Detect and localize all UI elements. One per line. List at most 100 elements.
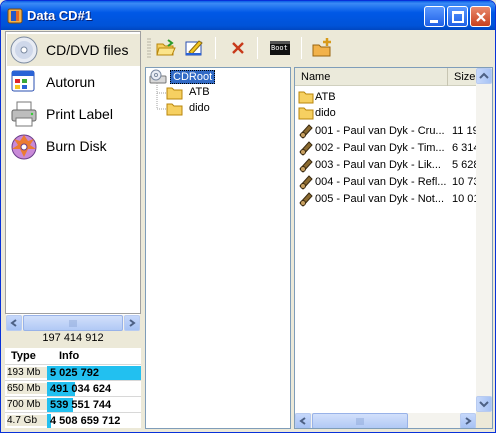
app-icon	[7, 8, 23, 24]
nav-item-label: Print Label	[46, 106, 113, 122]
new-folder-icon	[312, 38, 331, 57]
capacity-type: 193 Mb	[7, 367, 47, 378]
chevron-down-icon	[479, 401, 489, 408]
capacity-row: 193 Mb 5 025 792	[5, 364, 141, 380]
capacity-row: 700 Mb 539 551 744	[5, 396, 141, 412]
folder-icon	[298, 107, 314, 120]
grip-icon	[356, 418, 364, 425]
minimize-icon	[430, 20, 438, 23]
file-list[interactable]: Name Size ATB dido 001 - Paul van Dyk - …	[294, 67, 493, 429]
toolbar-separator	[215, 37, 216, 59]
scroll-up-button[interactable]	[476, 68, 492, 84]
nav-panel: CD/DVD files Autorun Print Label Burn Di…	[5, 31, 141, 314]
open-folder-button[interactable]	[155, 37, 177, 59]
maximize-button[interactable]	[447, 6, 468, 27]
app-window: Data CD#1 CD/DVD files Autorun Print Lab…	[0, 0, 496, 433]
new-folder-button[interactable]	[311, 37, 333, 59]
close-button[interactable]	[470, 6, 491, 27]
chevron-left-icon	[10, 319, 17, 327]
chevron-right-icon	[465, 417, 472, 425]
capacity-value: 4 508 659 712	[50, 415, 121, 427]
capacity-bar: 539 551 744	[47, 398, 141, 412]
folder-icon	[298, 91, 314, 104]
chevron-right-icon	[129, 319, 136, 327]
boot-button[interactable]: Boot	[269, 37, 291, 59]
title-bar[interactable]: Data CD#1	[1, 1, 495, 30]
window-title: Data CD#1	[27, 8, 93, 23]
capacity-table: Type Info 193 Mb 5 025 792 650 Mb 491 03…	[5, 348, 141, 428]
autorun-icon	[11, 70, 35, 92]
edit-label-button[interactable]	[183, 37, 205, 59]
delete-icon	[232, 42, 244, 54]
list-item[interactable]: 001 - Paul van Dyk - Cru... 11 193 3	[295, 123, 492, 139]
list-item[interactable]: 004 - Paul van Dyk - Refl... 10 733 8	[295, 174, 492, 190]
scroll-thumb[interactable]	[312, 413, 408, 428]
nav-item-burn-disk[interactable]: Burn Disk	[7, 130, 140, 162]
folder-tree[interactable]: CDRoot ATB dido	[145, 67, 291, 429]
audio-file-icon	[299, 158, 313, 173]
capacity-row: 650 Mb 491 034 624	[5, 380, 141, 396]
folder-icon	[166, 87, 183, 100]
tree-node-label: CDRoot	[170, 70, 216, 84]
toolbar-separator	[301, 37, 302, 59]
edit-label-icon	[185, 40, 203, 56]
minimize-button[interactable]	[424, 6, 445, 27]
audio-file-icon	[299, 124, 313, 139]
capacity-type: 700 Mb	[7, 399, 47, 410]
capacity-value: 491 034 624	[50, 383, 112, 395]
total-size: 197 414 912	[5, 332, 141, 347]
scroll-left-button[interactable]	[6, 315, 22, 331]
capacity-table-header: Type Info	[5, 348, 141, 364]
nav-horizontal-scrollbar[interactable]	[6, 314, 140, 331]
file-name: 003 - Paul van Dyk - Lik...	[315, 159, 441, 171]
file-name: 002 - Paul van Dyk - Tim...	[315, 142, 445, 154]
capacity-row: 4.7 Gb 4 508 659 712	[5, 412, 141, 428]
tree-node-label: dido	[189, 102, 210, 114]
maximize-icon	[452, 11, 464, 23]
printer-icon	[11, 101, 37, 127]
audio-file-icon	[299, 175, 313, 190]
info-column-header: Info	[59, 350, 80, 362]
capacity-bar: 491 034 624	[47, 382, 141, 396]
capacity-type: 4.7 Gb	[7, 415, 47, 426]
grip-icon	[69, 320, 77, 327]
list-item[interactable]: dido	[295, 105, 492, 121]
nav-item-print-label[interactable]: Print Label	[7, 98, 140, 130]
scroll-right-button[interactable]	[460, 413, 476, 428]
burn-disk-icon	[11, 134, 37, 160]
chevron-up-icon	[479, 72, 489, 79]
scroll-right-button[interactable]	[124, 315, 140, 331]
nav-item-cd-dvd-files[interactable]: CD/DVD files	[7, 34, 140, 66]
list-item[interactable]: 005 - Paul van Dyk - Not... 10 014 0	[295, 191, 492, 207]
scroll-thumb[interactable]	[23, 315, 123, 331]
delete-button[interactable]	[227, 37, 249, 59]
list-vertical-scrollbar[interactable]	[476, 68, 492, 412]
tree-node-label: ATB	[189, 86, 210, 98]
cd-dvd-icon	[8, 35, 40, 65]
type-column-header: Type	[11, 350, 36, 362]
nav-item-label: Burn Disk	[46, 138, 107, 154]
nav-item-label: Autorun	[46, 74, 96, 90]
toolbar: Boot	[145, 31, 493, 65]
list-item[interactable]: 003 - Paul van Dyk - Lik... 5 628 02	[295, 157, 492, 173]
file-name: 001 - Paul van Dyk - Cru...	[315, 125, 445, 137]
list-item[interactable]: 002 - Paul van Dyk - Tim... 6 314 52	[295, 140, 492, 156]
open-folder-icon	[156, 39, 176, 56]
list-item[interactable]: ATB	[295, 89, 492, 105]
nav-item-label: CD/DVD files	[46, 42, 129, 58]
scroll-down-button[interactable]	[476, 396, 492, 412]
chevron-left-icon	[299, 417, 306, 425]
folder-icon	[166, 103, 183, 116]
scrollbar-corner	[476, 412, 492, 428]
nav-item-autorun[interactable]: Autorun	[7, 66, 140, 98]
file-name: ATB	[315, 91, 336, 103]
column-header-name[interactable]: Name	[295, 68, 448, 86]
scroll-left-button[interactable]	[295, 413, 311, 428]
capacity-type: 650 Mb	[7, 383, 47, 394]
list-horizontal-scrollbar[interactable]	[295, 412, 476, 428]
file-name: 005 - Paul van Dyk - Not...	[315, 193, 444, 205]
capacity-value: 539 551 744	[50, 399, 112, 411]
audio-file-icon	[299, 192, 313, 207]
capacity-bar: 5 025 792	[47, 366, 141, 380]
toolbar-separator	[257, 37, 258, 59]
